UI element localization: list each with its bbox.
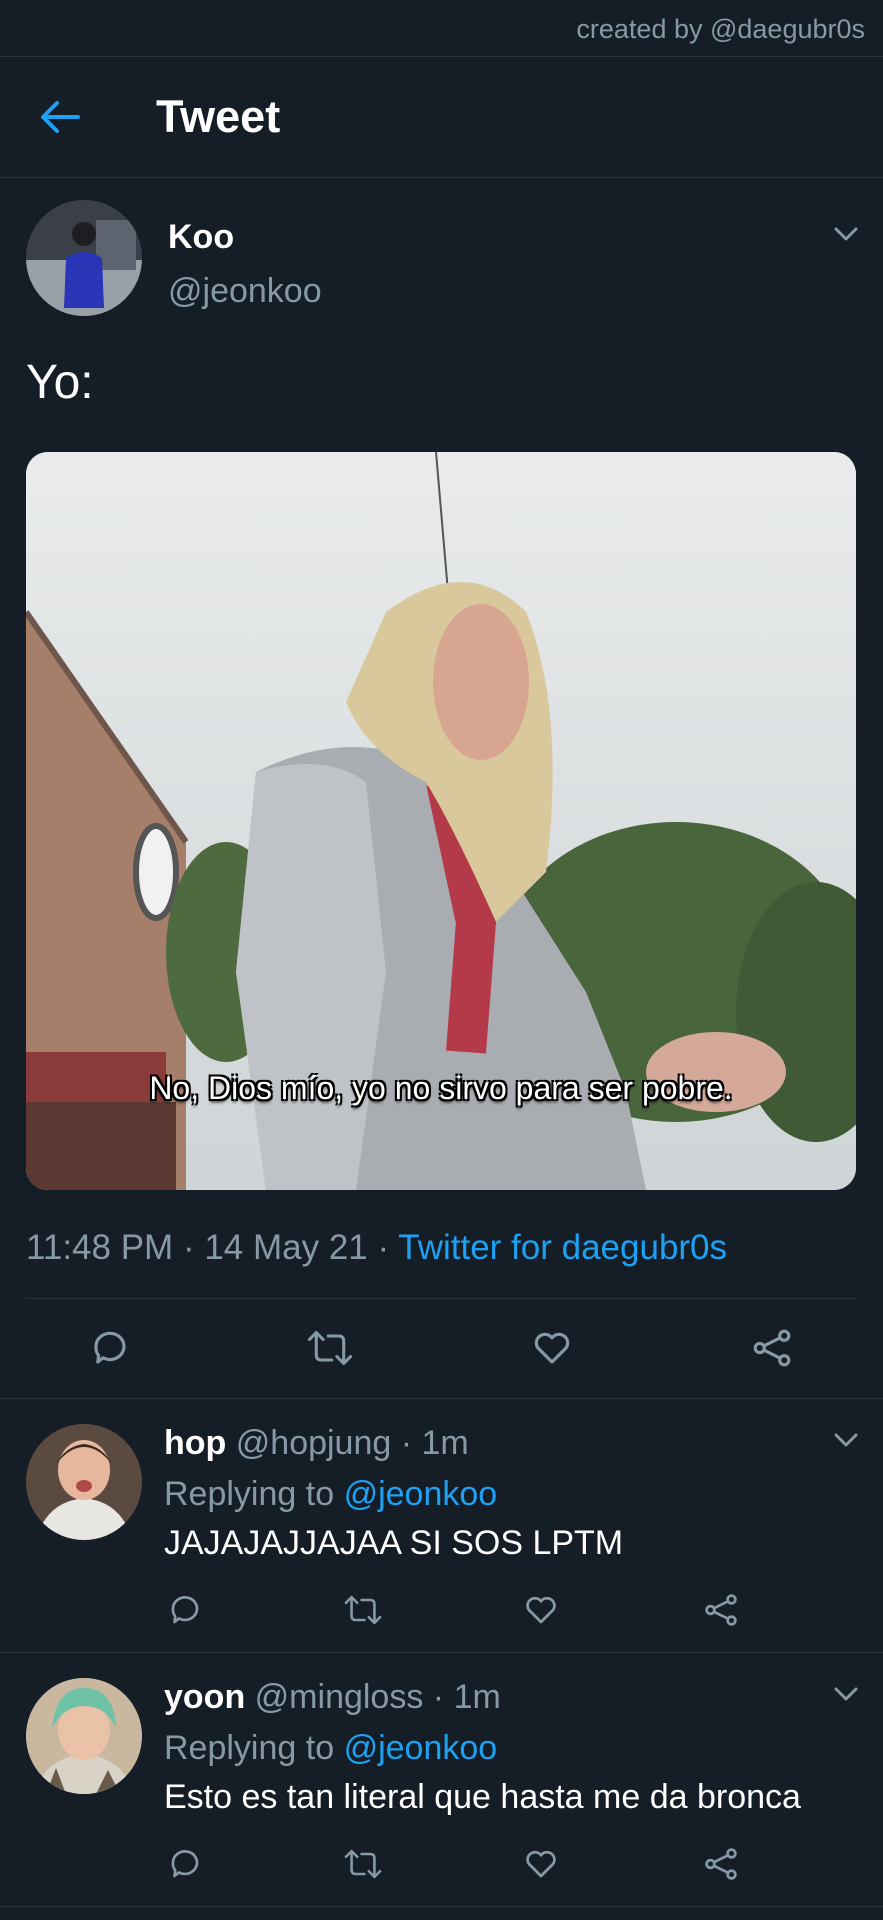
- reply-header: hop @hopjung · 1m: [164, 1424, 469, 1463]
- retweet-button[interactable]: [300, 1318, 360, 1378]
- replying-label: Replying to: [164, 1729, 335, 1767]
- author-handle[interactable]: @jeonkoo: [168, 272, 322, 311]
- author-name[interactable]: Koo: [168, 218, 234, 257]
- media-subtitle: No, Dios mío, yo no sirvo para ser pobre…: [149, 1070, 733, 1106]
- reply-header: yoon @mingloss · 1m: [164, 1678, 501, 1717]
- tweet-options-button[interactable]: [828, 216, 864, 252]
- reply-icon: [171, 1850, 199, 1878]
- tweet-meta: 11:48 PM · 14 May 21 · Twitter for daegu…: [26, 1228, 727, 1268]
- reply-action-bar: [0, 1836, 883, 1892]
- reply-text: Esto es tan literal que hasta me da bron…: [164, 1778, 801, 1816]
- reply-icon: [94, 1331, 126, 1364]
- meta-separator: ·: [367, 1228, 399, 1267]
- like-icon: [534, 1332, 570, 1364]
- reply-action-bar: [0, 1582, 883, 1638]
- divider: [26, 1298, 856, 1299]
- reply-avatar[interactable]: [26, 1424, 142, 1540]
- meta-separator: ·: [391, 1424, 422, 1462]
- reply-author-name[interactable]: yoon: [164, 1678, 245, 1716]
- reply-avatar-image: [26, 1678, 142, 1794]
- page-title: Tweet: [156, 91, 281, 142]
- share-button[interactable]: [696, 1836, 746, 1892]
- reply-icon: [171, 1596, 199, 1624]
- share-icon: [705, 1594, 737, 1626]
- replying-mention-link[interactable]: @jeonkoo: [344, 1475, 498, 1513]
- like-icon: [526, 1596, 556, 1624]
- author-avatar[interactable]: [26, 200, 142, 316]
- meta-separator: ·: [423, 1678, 454, 1716]
- tweet-text: Yo:: [26, 356, 94, 409]
- like-icon: [526, 1850, 556, 1878]
- retweet-icon: [307, 1331, 353, 1365]
- tweet-source-link[interactable]: Twitter for daegubr0s: [398, 1228, 727, 1267]
- reply-author-name[interactable]: hop: [164, 1424, 226, 1462]
- reply-avatar[interactable]: [26, 1678, 142, 1794]
- author-avatar-image: [26, 200, 142, 316]
- replying-to-line: Replying to @jeonkoo: [164, 1729, 497, 1768]
- reply-avatar-image: [26, 1424, 142, 1540]
- share-button[interactable]: [696, 1582, 746, 1638]
- divider: [0, 1398, 883, 1399]
- credit-bar: created by @daegubr0s: [0, 0, 883, 57]
- share-icon: [705, 1848, 737, 1880]
- back-button[interactable]: [30, 93, 90, 141]
- tweet-media-image[interactable]: No, Dios mío, yo no sirvo para ser pobre…: [26, 452, 856, 1190]
- replying-label: Replying to: [164, 1475, 335, 1513]
- reply-button[interactable]: [80, 1318, 140, 1378]
- top-app-bar: Tweet: [0, 57, 883, 178]
- divider: [0, 1652, 883, 1653]
- replying-to-line: Replying to @jeonkoo: [164, 1475, 497, 1514]
- like-button[interactable]: [516, 1836, 566, 1892]
- meta-separator: ·: [173, 1228, 205, 1267]
- reply-button[interactable]: [160, 1836, 210, 1892]
- reply-options-button[interactable]: [828, 1676, 864, 1712]
- share-icon: [753, 1329, 791, 1367]
- retweet-icon: [344, 1849, 382, 1879]
- tweet-date: 14 May 21: [204, 1228, 368, 1267]
- reply-text: JAJAJAJJAJAA SI SOS LPTM: [164, 1524, 624, 1562]
- chevron-down-icon: [834, 227, 858, 241]
- reply-time: 1m: [421, 1424, 469, 1462]
- reply-options-button[interactable]: [828, 1422, 864, 1458]
- chevron-down-icon: [834, 1433, 858, 1447]
- tweet-time: 11:48 PM: [26, 1228, 174, 1267]
- reply-time: 1m: [453, 1678, 501, 1716]
- like-button[interactable]: [522, 1318, 582, 1378]
- share-button[interactable]: [742, 1318, 802, 1378]
- tweet-action-bar: [0, 1318, 883, 1378]
- reply-author-handle[interactable]: @hopjung: [236, 1424, 392, 1462]
- like-button[interactable]: [516, 1582, 566, 1638]
- credit-text: created by @daegubr0s: [576, 14, 865, 44]
- reply-author-handle[interactable]: @mingloss: [255, 1678, 424, 1716]
- retweet-button[interactable]: [338, 1836, 388, 1892]
- retweet-button[interactable]: [338, 1582, 388, 1638]
- chevron-down-icon: [834, 1687, 858, 1701]
- reply-button[interactable]: [160, 1582, 210, 1638]
- divider: [0, 1906, 883, 1907]
- replying-mention-link[interactable]: @jeonkoo: [344, 1729, 498, 1767]
- retweet-icon: [344, 1595, 382, 1625]
- back-arrow-icon: [41, 101, 80, 133]
